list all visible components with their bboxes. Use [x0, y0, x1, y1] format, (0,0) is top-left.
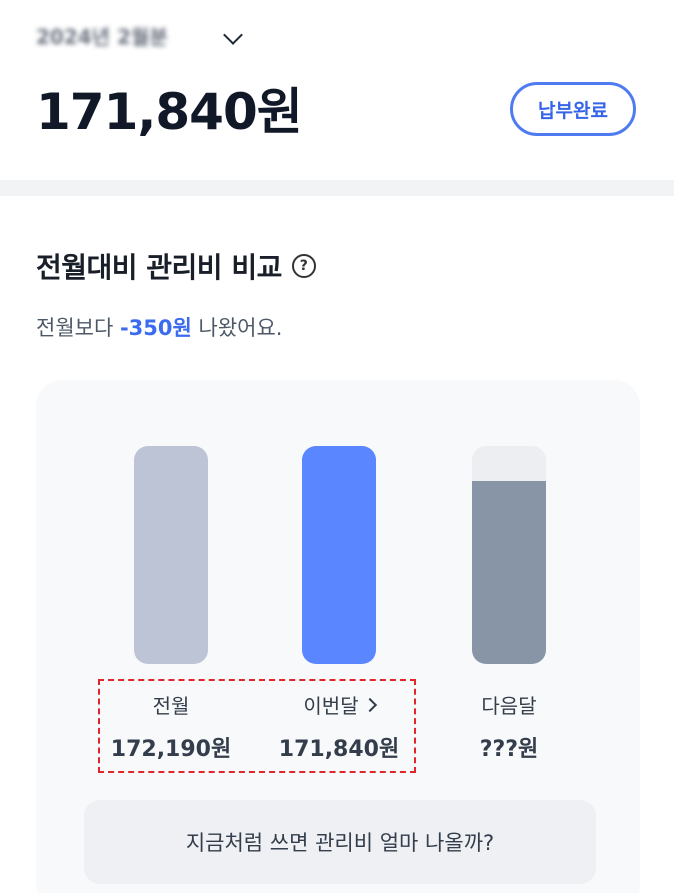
chevron-down-icon[interactable]	[223, 25, 243, 45]
bar-prev-month	[134, 446, 208, 664]
estimate-button[interactable]: 지금처럼 쓰면 관리비 얼마 나올까?	[84, 800, 596, 884]
period-label: 2024년 2월분	[36, 25, 168, 49]
highlight-box	[98, 679, 416, 773]
subtitle-suffix: 나왔어요.	[191, 316, 283, 340]
period-selector[interactable]: 2024년 2월분	[36, 22, 243, 52]
value-next-month: ???원	[479, 737, 539, 762]
comparison-subtitle: 전월보다 -350원 나왔어요.	[36, 312, 282, 342]
bar-next-month	[472, 446, 546, 664]
help-icon[interactable]: ?	[291, 254, 316, 278]
subtitle-prefix: 전월보다	[36, 316, 120, 340]
comparison-header: 전월대비 관리비 비교 ?	[36, 246, 316, 286]
subtitle-diff: -350원	[119, 316, 192, 340]
label-next-month: 다음달	[481, 694, 537, 718]
bar-next-month-fill	[472, 481, 546, 664]
section-divider	[0, 180, 674, 196]
total-amount: 171,840원	[36, 83, 303, 141]
section-title: 전월대비 관리비 비교	[36, 251, 282, 284]
paid-status-badge[interactable]: 납부완료	[510, 82, 636, 136]
bar-this-month[interactable]	[302, 446, 376, 664]
page: 2024년 2월분 171,840원 납부완료 전월대비 관리비 비교 ? 전월…	[0, 0, 674, 893]
